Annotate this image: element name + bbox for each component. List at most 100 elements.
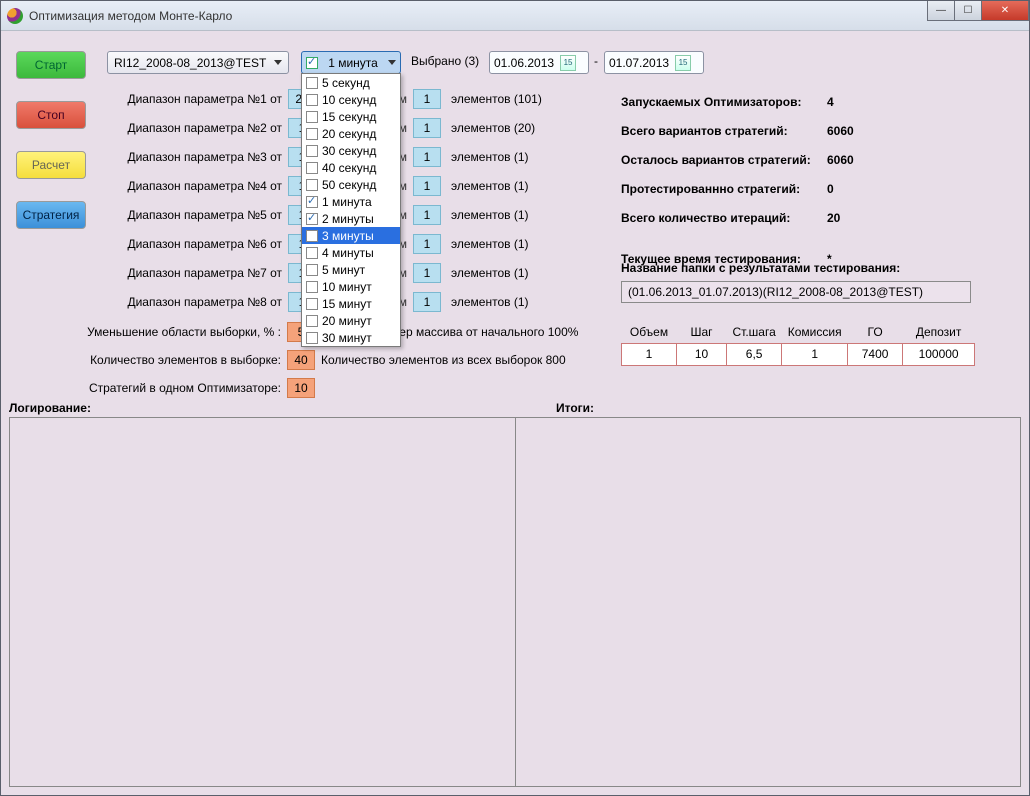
param-elements: элементов (20) xyxy=(451,121,535,135)
param-label: Диапазон параметра №8 от xyxy=(108,295,282,309)
timeframe-option[interactable]: 50 секунд xyxy=(302,176,400,193)
timeframe-option-label: 40 секунд xyxy=(322,161,376,175)
timeframe-option[interactable]: 30 минут xyxy=(302,329,400,346)
app-icon xyxy=(7,8,23,24)
stat-key: Всего количество итераций: xyxy=(621,211,827,225)
checkbox-icon xyxy=(306,111,318,123)
stat-key: Протестированнно стратегий: xyxy=(621,182,827,196)
close-button[interactable]: ✕ xyxy=(981,1,1029,21)
table-cell[interactable]: 1 xyxy=(782,343,848,365)
setting-row: Количество элементов в выборке:40Количес… xyxy=(31,346,591,374)
timeframe-option[interactable]: 20 секунд xyxy=(302,125,400,142)
param-to-input[interactable]: 1 xyxy=(413,292,441,312)
chevron-down-icon xyxy=(388,60,396,65)
logging-panel[interactable] xyxy=(9,417,516,787)
instrument-value: RI12_2008-08_2013@TEST xyxy=(114,56,266,70)
param-label: Диапазон параметра №7 от xyxy=(108,266,282,280)
param-to-input[interactable]: 1 xyxy=(413,118,441,138)
timeframe-option[interactable]: 5 секунд xyxy=(302,74,400,91)
timeframe-option[interactable]: 20 минут xyxy=(302,312,400,329)
chevron-down-icon xyxy=(274,60,282,65)
calc-button[interactable]: Расчет xyxy=(16,151,86,179)
checkbox-icon xyxy=(306,332,318,344)
timeframe-option[interactable]: 1 минута xyxy=(302,193,400,210)
stat-row: Всего вариантов стратегий:6060 xyxy=(621,116,1001,145)
instrument-dropdown[interactable]: RI12_2008-08_2013@TEST xyxy=(107,51,289,74)
checkbox-icon xyxy=(306,94,318,106)
param-to-input[interactable]: 1 xyxy=(413,176,441,196)
checkbox-icon xyxy=(306,281,318,293)
timeframe-option[interactable]: 40 секунд xyxy=(302,159,400,176)
param-to-input[interactable]: 1 xyxy=(413,234,441,254)
setting-input[interactable]: 40 xyxy=(287,350,315,370)
checkbox-icon xyxy=(306,128,318,140)
timeframe-option-label: 10 секунд xyxy=(322,93,376,107)
timeframe-option-label: 15 минут xyxy=(322,297,372,311)
table-cell[interactable]: 1 xyxy=(622,343,677,365)
date-to-input[interactable]: 01.07.2013 15 xyxy=(604,51,704,74)
timeframe-option[interactable]: 3 минуты xyxy=(302,227,400,244)
timeframe-value: 1 минута xyxy=(328,56,378,70)
table-cell[interactable]: 100000 xyxy=(903,343,975,365)
stat-key: Запускаемых Оптимизаторов: xyxy=(621,95,827,109)
timeframe-option-label: 1 минута xyxy=(322,195,372,209)
timeframe-option-label: 4 минуты xyxy=(322,246,374,260)
start-button[interactable]: Старт xyxy=(16,51,86,79)
stat-value: 4 xyxy=(827,95,834,109)
minimize-button[interactable]: — xyxy=(927,1,955,21)
date-to-value: 01.07.2013 xyxy=(609,56,669,70)
stat-row: Всего количество итераций:20 xyxy=(621,203,1001,232)
stat-value: 0 xyxy=(827,182,834,196)
timeframe-option[interactable]: 15 секунд xyxy=(302,108,400,125)
calendar-icon[interactable]: 15 xyxy=(560,55,576,71)
timeframe-option[interactable]: 5 минут xyxy=(302,261,400,278)
summary-panel[interactable] xyxy=(516,417,1022,787)
table-cell[interactable]: 10 xyxy=(677,343,727,365)
timeframe-popup[interactable]: 5 секунд 10 секунд 15 секунд20 секунд 30 се… xyxy=(301,73,401,347)
stop-button[interactable]: Стоп xyxy=(16,101,86,129)
setting-label: Уменьшение области выборки, % : xyxy=(31,325,281,339)
timeframe-dropdown[interactable]: 1 минута xyxy=(301,51,401,74)
timeframe-option-label: 10 минут xyxy=(322,280,372,294)
stat-key: Осталось вариантов стратегий: xyxy=(621,153,827,167)
param-label: Диапазон параметра №5 от xyxy=(108,208,282,222)
setting-tail: Количество элементов из всех выборок 800 xyxy=(321,353,566,367)
param-to-input[interactable]: 1 xyxy=(413,89,441,109)
table-cell[interactable]: 6,5 xyxy=(727,343,782,365)
timeframe-option-label: 50 секунд xyxy=(322,178,376,192)
param-elements: элементов (1) xyxy=(451,237,529,251)
timeframe-option-label: 5 секунд xyxy=(322,76,370,90)
timeframe-option-label: 20 минут xyxy=(322,314,372,328)
param-table: ОбъемШагСт.шагаКомиссияГОДепозит 1106,51… xyxy=(621,321,975,366)
param-elements: элементов (1) xyxy=(451,179,529,193)
timeframe-option-label: 30 секунд xyxy=(322,144,376,158)
timeframe-option[interactable]: 15 минут xyxy=(302,295,400,312)
checkbox-icon xyxy=(306,230,318,242)
setting-input[interactable]: 10 xyxy=(287,378,315,398)
table-header: Ст.шага xyxy=(727,321,782,343)
param-to-input[interactable]: 1 xyxy=(413,263,441,283)
stat-row: Осталось вариантов стратегий:6060 xyxy=(621,145,1001,174)
timeframe-option[interactable]: 10 минут xyxy=(302,278,400,295)
param-to-input[interactable]: 1 xyxy=(413,147,441,167)
stats-block: Запускаемых Оптимизаторов:4Всего вариант… xyxy=(621,87,1001,273)
timeframe-option-label: 15 секунд xyxy=(322,110,376,124)
param-elements: элементов (1) xyxy=(451,295,529,309)
folder-input[interactable]: (01.06.2013_01.07.2013)(RI12_2008-08_201… xyxy=(621,281,971,303)
selected-count-label: Выбрано (3) xyxy=(411,54,479,68)
maximize-button[interactable]: ☐ xyxy=(954,1,982,21)
timeframe-option[interactable]: 30 секунд xyxy=(302,142,400,159)
param-elements: элементов (101) xyxy=(451,92,542,106)
titlebar[interactable]: Оптимизация методом Монте-Карло — ☐ ✕ xyxy=(1,1,1029,31)
param-label: Диапазон параметра №3 от xyxy=(108,150,282,164)
timeframe-option[interactable]: 4 минуты xyxy=(302,244,400,261)
calendar-icon[interactable]: 15 xyxy=(675,55,691,71)
strategy-button[interactable]: Стратегия xyxy=(16,201,86,229)
checkbox-icon xyxy=(306,264,318,276)
date-from-input[interactable]: 01.06.2013 15 xyxy=(489,51,589,74)
timeframe-option[interactable]: 2 минуты xyxy=(302,210,400,227)
table-cell[interactable]: 7400 xyxy=(848,343,903,365)
param-to-input[interactable]: 1 xyxy=(413,205,441,225)
timeframe-option[interactable]: 10 секунд xyxy=(302,91,400,108)
stat-row: Запускаемых Оптимизаторов:4 xyxy=(621,87,1001,116)
